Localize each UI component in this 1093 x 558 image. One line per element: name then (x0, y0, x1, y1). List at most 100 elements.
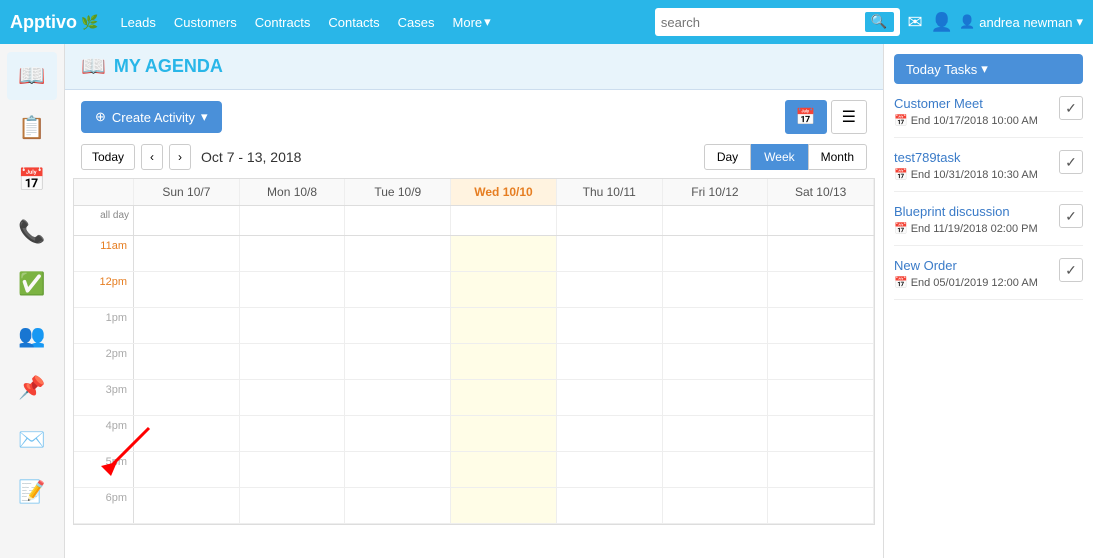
nav-customers[interactable]: Customers (168, 11, 243, 34)
user-menu[interactable]: 👤 andrea newman ▾ (959, 14, 1083, 30)
sidebar-item-agenda[interactable]: 📖 (7, 52, 57, 100)
allday-wed[interactable] (451, 206, 557, 235)
nav-contacts[interactable]: Contacts (322, 11, 385, 34)
nav-contracts[interactable]: Contracts (249, 11, 317, 34)
task-link-1[interactable]: Customer Meet (894, 96, 1053, 111)
cell-sat-1[interactable] (768, 308, 874, 343)
calendar-view-button[interactable]: 📅 (785, 100, 827, 134)
cell-thu-12[interactable] (557, 272, 663, 307)
cell-tue-6[interactable] (345, 488, 451, 523)
cell-mon-12[interactable] (240, 272, 346, 307)
search-input[interactable] (661, 15, 861, 30)
cell-wed-4[interactable] (451, 416, 557, 451)
nav-cases[interactable]: Cases (392, 11, 441, 34)
list-view-button[interactable]: ☰ (831, 100, 867, 134)
task-check-button-3[interactable]: ✓ (1059, 204, 1083, 228)
cell-mon-3[interactable] (240, 380, 346, 415)
task-link-4[interactable]: New Order (894, 258, 1053, 273)
task-check-button-1[interactable]: ✓ (1059, 96, 1083, 120)
cell-mon-11[interactable] (240, 236, 346, 271)
cell-sat-5[interactable] (768, 452, 874, 487)
cell-sun-1[interactable] (134, 308, 240, 343)
cell-mon-6[interactable] (240, 488, 346, 523)
cell-fri-1[interactable] (663, 308, 769, 343)
task-link-3[interactable]: Blueprint discussion (894, 204, 1053, 219)
cell-thu-5[interactable] (557, 452, 663, 487)
user-icon[interactable]: 👤 (931, 12, 953, 33)
cell-fri-2[interactable] (663, 344, 769, 379)
cell-mon-2[interactable] (240, 344, 346, 379)
cell-thu-2[interactable] (557, 344, 663, 379)
allday-sun[interactable] (134, 206, 240, 235)
month-view-button[interactable]: Month (808, 144, 867, 170)
cell-mon-4[interactable] (240, 416, 346, 451)
cell-sun-5[interactable] (134, 452, 240, 487)
cell-sun-2[interactable] (134, 344, 240, 379)
sidebar-item-calendar[interactable]: 📅 (7, 156, 57, 204)
cell-tue-3[interactable] (345, 380, 451, 415)
prev-week-button[interactable]: ‹ (141, 144, 163, 170)
cell-sat-11[interactable] (768, 236, 874, 271)
cell-sun-4[interactable] (134, 416, 240, 451)
day-view-button[interactable]: Day (704, 144, 751, 170)
cell-tue-12[interactable] (345, 272, 451, 307)
sidebar-item-pins[interactable]: 📌 (7, 364, 57, 412)
cell-fri-3[interactable] (663, 380, 769, 415)
cell-fri-6[interactable] (663, 488, 769, 523)
today-tasks-button[interactable]: Today Tasks ▾ (894, 54, 1083, 84)
mail-icon[interactable]: ✉ (908, 12, 923, 33)
create-activity-button[interactable]: ⊕ Create Activity ▾ (81, 101, 222, 133)
task-check-button-4[interactable]: ✓ (1059, 258, 1083, 282)
task-link-2[interactable]: test789task (894, 150, 1053, 165)
cell-wed-5[interactable] (451, 452, 557, 487)
allday-sat[interactable] (768, 206, 874, 235)
cell-tue-4[interactable] (345, 416, 451, 451)
sidebar-item-list[interactable]: 📋 (7, 104, 57, 152)
nav-leads[interactable]: Leads (114, 11, 161, 34)
cell-tue-11[interactable] (345, 236, 451, 271)
cell-fri-4[interactable] (663, 416, 769, 451)
cell-wed-1[interactable] (451, 308, 557, 343)
cell-mon-5[interactable] (240, 452, 346, 487)
cell-wed-6[interactable] (451, 488, 557, 523)
cell-fri-11[interactable] (663, 236, 769, 271)
today-button[interactable]: Today (81, 144, 135, 170)
cell-sat-2[interactable] (768, 344, 874, 379)
cell-fri-12[interactable] (663, 272, 769, 307)
cell-sun-11[interactable] (134, 236, 240, 271)
cell-sun-3[interactable] (134, 380, 240, 415)
nav-more-dropdown[interactable]: More ▾ (447, 10, 497, 34)
cell-tue-1[interactable] (345, 308, 451, 343)
cell-sat-12[interactable] (768, 272, 874, 307)
app-logo[interactable]: Apptivo 🌿 (10, 12, 98, 33)
task-check-button-2[interactable]: ✓ (1059, 150, 1083, 174)
week-view-button[interactable]: Week (751, 144, 807, 170)
cell-sat-6[interactable] (768, 488, 874, 523)
cell-thu-4[interactable] (557, 416, 663, 451)
cell-wed-2[interactable] (451, 344, 557, 379)
sidebar-item-notes[interactable]: 📝 (7, 468, 57, 516)
cell-mon-1[interactable] (240, 308, 346, 343)
allday-fri[interactable] (663, 206, 769, 235)
sidebar-item-calls[interactable]: 📞 (7, 208, 57, 256)
allday-thu[interactable] (557, 206, 663, 235)
cell-sat-4[interactable] (768, 416, 874, 451)
cell-wed-3[interactable] (451, 380, 557, 415)
sidebar-item-contacts[interactable]: 👥 (7, 312, 57, 360)
cell-wed-12[interactable] (451, 272, 557, 307)
cell-thu-11[interactable] (557, 236, 663, 271)
cell-tue-5[interactable] (345, 452, 451, 487)
allday-mon[interactable] (240, 206, 346, 235)
allday-tue[interactable] (345, 206, 451, 235)
cell-thu-3[interactable] (557, 380, 663, 415)
next-week-button[interactable]: › (169, 144, 191, 170)
cell-wed-11[interactable] (451, 236, 557, 271)
search-button[interactable]: 🔍 (865, 12, 894, 32)
cell-thu-6[interactable] (557, 488, 663, 523)
cell-sat-3[interactable] (768, 380, 874, 415)
cell-fri-5[interactable] (663, 452, 769, 487)
cell-tue-2[interactable] (345, 344, 451, 379)
sidebar-item-mail[interactable]: ✉️ (7, 416, 57, 464)
cell-thu-1[interactable] (557, 308, 663, 343)
sidebar-item-tasks[interactable]: ✅ (7, 260, 57, 308)
